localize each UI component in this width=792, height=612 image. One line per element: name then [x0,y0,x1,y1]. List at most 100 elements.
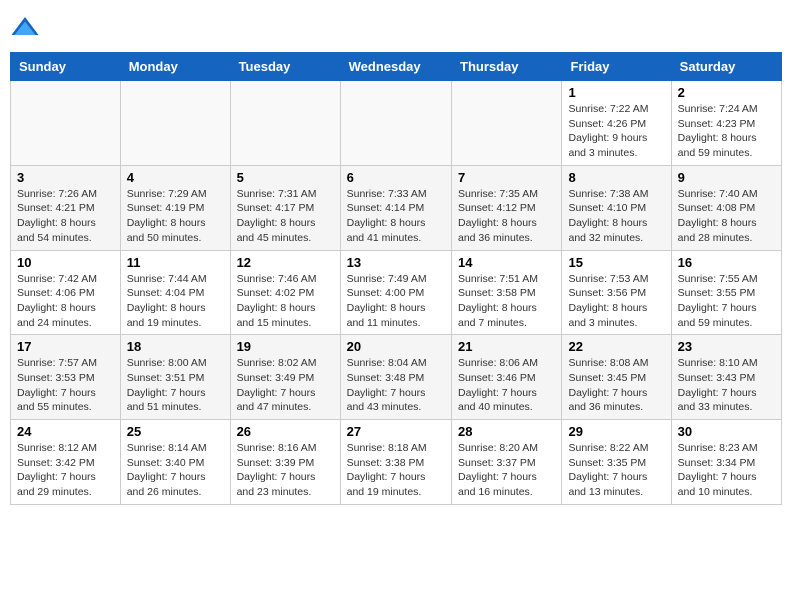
header-wednesday: Wednesday [340,53,451,81]
calendar-cell [340,81,451,166]
calendar-cell: 29Sunrise: 8:22 AMSunset: 3:35 PMDayligh… [562,420,671,505]
day-number: 22 [568,339,664,354]
calendar-week-row: 1Sunrise: 7:22 AMSunset: 4:26 PMDaylight… [11,81,782,166]
calendar-week-row: 17Sunrise: 7:57 AMSunset: 3:53 PMDayligh… [11,335,782,420]
day-info: Sunrise: 7:55 AMSunset: 3:55 PMDaylight:… [678,272,775,331]
day-number: 3 [17,170,114,185]
calendar-cell: 17Sunrise: 7:57 AMSunset: 3:53 PMDayligh… [11,335,121,420]
calendar-cell: 27 Sunrise: 8:18 AMSunset: 3:38 PMDayligh… [340,420,451,505]
day-info: Sunrise: 8:22 AMSunset: 3:35 PMDaylight:… [568,441,664,500]
calendar-cell: 30 Sunrise: 8:23 AMSunset: 3:34 PMDayligh… [671,420,781,505]
day-number: 23 [678,339,775,354]
day-number: 27 [347,424,445,439]
day-info: Sunrise: 8:00 AMSunset: 3:51 PMDaylight:… [127,356,224,415]
day-info: Sunrise: 7:44 AMSunset: 4:04 PMDaylight:… [127,272,224,331]
day-number: 21 [458,339,555,354]
calendar-cell: 20 Sunrise: 8:04 AMSunset: 3:48 PMDayligh… [340,335,451,420]
day-number: 4 [127,170,224,185]
calendar-cell: 22 Sunrise: 8:08 AMSunset: 3:45 PMDayligh… [562,335,671,420]
calendar-cell: 26 Sunrise: 8:16 AMSunset: 3:39 PMDayligh… [230,420,340,505]
day-number: 24 [17,424,114,439]
calendar-table: SundayMondayTuesdayWednesdayThursdayFrid… [10,52,782,505]
day-info: Sunrise: 8:18 AMSunset: 3:38 PMDaylight:… [347,441,445,500]
day-info: Sunrise: 8:06 AMSunset: 3:46 PMDaylight:… [458,356,555,415]
page-header [10,10,782,44]
day-number: 5 [237,170,334,185]
calendar-week-row: 10 Sunrise: 7:42 AMSunset: 4:06 PMDayligh… [11,250,782,335]
logo [10,14,44,44]
day-info: Sunrise: 7:46 AMSunset: 4:02 PMDaylight:… [237,272,334,331]
day-number: 28 [458,424,555,439]
day-info: Sunrise: 7:53 AMSunset: 3:56 PMDaylight:… [568,272,664,331]
day-number: 30 [678,424,775,439]
day-number: 20 [347,339,445,354]
day-info: Sunrise: 7:57 AMSunset: 3:53 PMDaylight:… [17,356,114,415]
calendar-cell: 10 Sunrise: 7:42 AMSunset: 4:06 PMDayligh… [11,250,121,335]
calendar-week-row: 24Sunrise: 8:12 AMSunset: 3:42 PMDayligh… [11,420,782,505]
day-number: 26 [237,424,334,439]
day-number: 2 [678,85,775,100]
calendar-cell: 15 Sunrise: 7:53 AMSunset: 3:56 PMDayligh… [562,250,671,335]
calendar-cell: 21 Sunrise: 8:06 AMSunset: 3:46 PMDayligh… [452,335,562,420]
day-info: Sunrise: 7:51 AMSunset: 3:58 PMDaylight:… [458,272,555,331]
calendar-cell [11,81,121,166]
day-number: 7 [458,170,555,185]
day-number: 8 [568,170,664,185]
day-info: Sunrise: 7:49 AMSunset: 4:00 PMDaylight:… [347,272,445,331]
day-number: 11 [127,255,224,270]
calendar-cell: 25 Sunrise: 8:14 AMSunset: 3:40 PMDayligh… [120,420,230,505]
day-number: 19 [237,339,334,354]
day-info: Sunrise: 7:35 AMSunset: 4:12 PMDaylight:… [458,187,555,246]
calendar-cell: 19Sunrise: 8:02 AMSunset: 3:49 PMDayligh… [230,335,340,420]
calendar-cell: 23 Sunrise: 8:10 AMSunset: 3:43 PMDayligh… [671,335,781,420]
day-number: 13 [347,255,445,270]
logo-icon [10,14,40,44]
calendar-cell: 6 Sunrise: 7:33 AMSunset: 4:14 PMDaylight… [340,165,451,250]
calendar-cell [120,81,230,166]
calendar-header-row: SundayMondayTuesdayWednesdayThursdayFrid… [11,53,782,81]
header-sunday: Sunday [11,53,121,81]
day-info: Sunrise: 7:40 AMSunset: 4:08 PMDaylight:… [678,187,775,246]
day-info: Sunrise: 8:16 AMSunset: 3:39 PMDaylight:… [237,441,334,500]
calendar-cell: 13 Sunrise: 7:49 AMSunset: 4:00 PMDayligh… [340,250,451,335]
calendar-cell: 9 Sunrise: 7:40 AMSunset: 4:08 PMDaylight… [671,165,781,250]
calendar-cell [452,81,562,166]
day-number: 16 [678,255,775,270]
day-info: Sunrise: 7:33 AMSunset: 4:14 PMDaylight:… [347,187,445,246]
day-info: Sunrise: 7:29 AMSunset: 4:19 PMDaylight:… [127,187,224,246]
calendar-cell: 18Sunrise: 8:00 AMSunset: 3:51 PMDayligh… [120,335,230,420]
header-friday: Friday [562,53,671,81]
day-number: 9 [678,170,775,185]
day-number: 14 [458,255,555,270]
calendar-week-row: 3 Sunrise: 7:26 AMSunset: 4:21 PMDaylight… [11,165,782,250]
calendar-cell: 28 Sunrise: 8:20 AMSunset: 3:37 PMDayligh… [452,420,562,505]
day-number: 10 [17,255,114,270]
day-number: 15 [568,255,664,270]
calendar-cell: 2 Sunrise: 7:24 AMSunset: 4:23 PMDaylight… [671,81,781,166]
day-info: Sunrise: 7:22 AMSunset: 4:26 PMDaylight:… [568,102,664,161]
day-info: Sunrise: 7:42 AMSunset: 4:06 PMDaylight:… [17,272,114,331]
day-number: 6 [347,170,445,185]
day-info: Sunrise: 7:24 AMSunset: 4:23 PMDaylight:… [678,102,775,161]
day-number: 25 [127,424,224,439]
header-thursday: Thursday [452,53,562,81]
day-info: Sunrise: 8:23 AMSunset: 3:34 PMDaylight:… [678,441,775,500]
day-info: Sunrise: 8:08 AMSunset: 3:45 PMDaylight:… [568,356,664,415]
day-info: Sunrise: 8:14 AMSunset: 3:40 PMDaylight:… [127,441,224,500]
calendar-cell [230,81,340,166]
header-monday: Monday [120,53,230,81]
calendar-cell: 14 Sunrise: 7:51 AMSunset: 3:58 PMDayligh… [452,250,562,335]
calendar-cell: 16 Sunrise: 7:55 AMSunset: 3:55 PMDayligh… [671,250,781,335]
calendar-cell: 4 Sunrise: 7:29 AMSunset: 4:19 PMDaylight… [120,165,230,250]
calendar-cell: 3 Sunrise: 7:26 AMSunset: 4:21 PMDaylight… [11,165,121,250]
calendar-cell: 7 Sunrise: 7:35 AMSunset: 4:12 PMDaylight… [452,165,562,250]
day-info: Sunrise: 7:38 AMSunset: 4:10 PMDaylight:… [568,187,664,246]
day-info: Sunrise: 8:20 AMSunset: 3:37 PMDaylight:… [458,441,555,500]
day-number: 12 [237,255,334,270]
header-tuesday: Tuesday [230,53,340,81]
day-info: Sunrise: 7:26 AMSunset: 4:21 PMDaylight:… [17,187,114,246]
calendar-cell: 24Sunrise: 8:12 AMSunset: 3:42 PMDayligh… [11,420,121,505]
day-info: Sunrise: 8:10 AMSunset: 3:43 PMDaylight:… [678,356,775,415]
day-info: Sunrise: 8:04 AMSunset: 3:48 PMDaylight:… [347,356,445,415]
calendar-cell: 5Sunrise: 7:31 AMSunset: 4:17 PMDaylight… [230,165,340,250]
